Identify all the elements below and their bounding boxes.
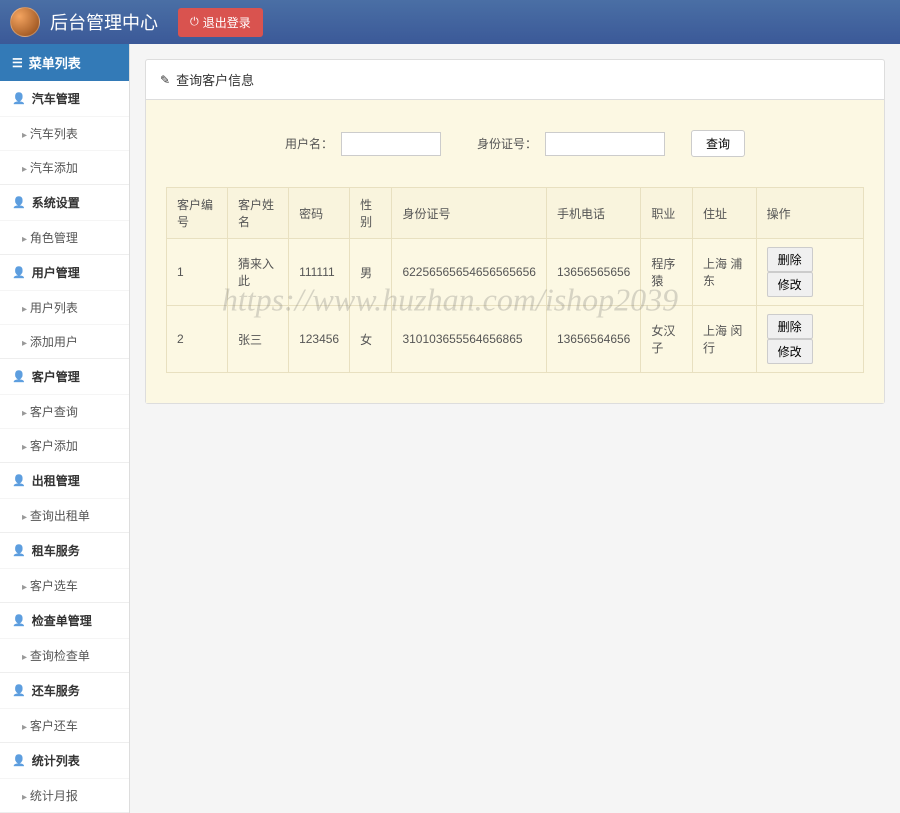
nav-item[interactable]: 客户还车 bbox=[0, 708, 129, 742]
panel: 查询客户信息 用户名： 身份证号： 查询 客户编号客户姓名密码性别身份证号手机电… bbox=[145, 59, 885, 404]
delete-button[interactable]: 删除 bbox=[767, 314, 813, 339]
table-row: 1猜来入此111111男6225656565465656565613656565… bbox=[167, 239, 864, 306]
nav-item[interactable]: 添加用户 bbox=[0, 324, 129, 358]
nav-item[interactable]: 汽车添加 bbox=[0, 150, 129, 184]
cell-idcard: 62256565654656565656 bbox=[392, 239, 546, 306]
cell-address: 上海 浦东 bbox=[693, 239, 757, 306]
nav-section-title[interactable]: 系统设置 bbox=[0, 185, 129, 220]
search-form: 用户名： 身份证号： 查询 bbox=[166, 130, 864, 157]
idcard-label: 身份证号： bbox=[477, 135, 537, 152]
avatar bbox=[10, 7, 40, 37]
edit-button[interactable]: 修改 bbox=[767, 339, 813, 364]
nav-item[interactable]: 客户添加 bbox=[0, 428, 129, 462]
panel-title: 查询客户信息 bbox=[146, 60, 884, 100]
cell-address: 上海 闵行 bbox=[693, 306, 757, 373]
cell-idcard: 310103655564656865 bbox=[392, 306, 546, 373]
column-header: 客户姓名 bbox=[228, 188, 289, 239]
nav-section-title[interactable]: 客户管理 bbox=[0, 359, 129, 394]
column-header: 身份证号 bbox=[392, 188, 546, 239]
nav-item[interactable]: 汽车列表 bbox=[0, 116, 129, 150]
column-header: 住址 bbox=[693, 188, 757, 239]
nav-item[interactable]: 查询检查单 bbox=[0, 638, 129, 672]
cell-name: 张三 bbox=[228, 306, 289, 373]
cell-job: 女汉子 bbox=[641, 306, 693, 373]
nav-section-title[interactable]: 统计列表 bbox=[0, 743, 129, 778]
column-header: 客户编号 bbox=[167, 188, 228, 239]
column-header: 手机电话 bbox=[546, 188, 640, 239]
column-header: 职业 bbox=[641, 188, 693, 239]
edit-button[interactable]: 修改 bbox=[767, 272, 813, 297]
nav-item[interactable]: 客户查询 bbox=[0, 394, 129, 428]
nav-item[interactable]: 客户选车 bbox=[0, 568, 129, 602]
nav-section-title[interactable]: 租车服务 bbox=[0, 533, 129, 568]
cell-actions: 删除修改 bbox=[756, 239, 863, 306]
cell-gender: 男 bbox=[350, 239, 392, 306]
cell-phone: 13656565656 bbox=[546, 239, 640, 306]
sidebar: 菜单列表 汽车管理汽车列表汽车添加系统设置角色管理用户管理用户列表添加用户客户管… bbox=[0, 44, 130, 813]
app-title: 后台管理中心 bbox=[50, 9, 158, 35]
delete-button[interactable]: 删除 bbox=[767, 247, 813, 272]
search-button[interactable]: 查询 bbox=[691, 130, 745, 157]
cell-gender: 女 bbox=[350, 306, 392, 373]
table-row: 2张三123456女31010365556465686513656564656女… bbox=[167, 306, 864, 373]
cell-phone: 13656564656 bbox=[546, 306, 640, 373]
sidebar-header: 菜单列表 bbox=[0, 44, 129, 81]
username-label: 用户名： bbox=[285, 135, 333, 152]
customer-table: 客户编号客户姓名密码性别身份证号手机电话职业住址操作 1猜来入此111111男6… bbox=[166, 187, 864, 373]
username-input[interactable] bbox=[341, 132, 441, 156]
nav-item[interactable]: 用户列表 bbox=[0, 290, 129, 324]
cell-password: 123456 bbox=[289, 306, 350, 373]
cell-job: 程序猿 bbox=[641, 239, 693, 306]
column-header: 性别 bbox=[350, 188, 392, 239]
nav-section-title[interactable]: 检查单管理 bbox=[0, 603, 129, 638]
nav-section-title[interactable]: 汽车管理 bbox=[0, 81, 129, 116]
cell-id: 1 bbox=[167, 239, 228, 306]
column-header: 密码 bbox=[289, 188, 350, 239]
cell-actions: 删除修改 bbox=[756, 306, 863, 373]
nav-item[interactable]: 查询出租单 bbox=[0, 498, 129, 532]
nav-item[interactable]: 统计月报 bbox=[0, 778, 129, 812]
nav-item[interactable]: 角色管理 bbox=[0, 220, 129, 254]
nav-section-title[interactable]: 用户管理 bbox=[0, 255, 129, 290]
cell-id: 2 bbox=[167, 306, 228, 373]
idcard-input[interactable] bbox=[545, 132, 665, 156]
nav-section-title[interactable]: 还车服务 bbox=[0, 673, 129, 708]
cell-name: 猜来入此 bbox=[228, 239, 289, 306]
column-header: 操作 bbox=[756, 188, 863, 239]
main-content: 查询客户信息 用户名： 身份证号： 查询 客户编号客户姓名密码性别身份证号手机电… bbox=[130, 44, 900, 813]
app-header: 后台管理中心 退出登录 bbox=[0, 0, 900, 44]
logout-button[interactable]: 退出登录 bbox=[178, 8, 263, 37]
nav-section-title[interactable]: 出租管理 bbox=[0, 463, 129, 498]
cell-password: 111111 bbox=[289, 239, 350, 306]
